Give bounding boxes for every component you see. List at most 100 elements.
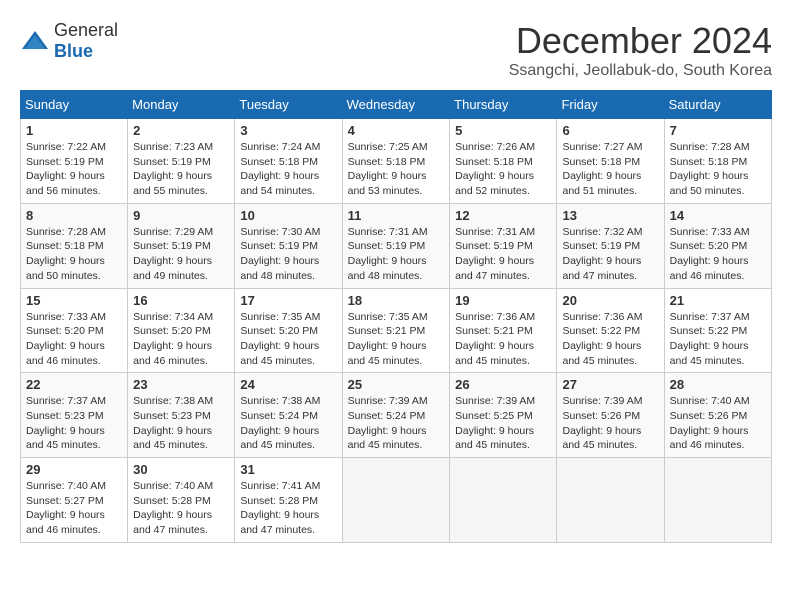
sunset-time: Sunset: 5:19 PM: [455, 240, 533, 252]
sunrise-time: Sunrise: 7:37 AM: [26, 395, 106, 407]
sunrise-time: Sunrise: 7:41 AM: [240, 480, 320, 492]
col-tuesday: Tuesday: [235, 91, 342, 119]
table-row: 7 Sunrise: 7:28 AM Sunset: 5:18 PM Dayli…: [664, 119, 771, 204]
sunrise-time: Sunrise: 7:28 AM: [670, 141, 750, 153]
table-row: 23 Sunrise: 7:38 AM Sunset: 5:23 PM Dayl…: [128, 373, 235, 458]
sunset-time: Sunset: 5:19 PM: [348, 240, 426, 252]
col-monday: Monday: [128, 91, 235, 119]
table-row: [450, 458, 557, 543]
sunset-time: Sunset: 5:18 PM: [670, 156, 748, 168]
calendar-table: Sunday Monday Tuesday Wednesday Thursday…: [20, 90, 772, 543]
day-info: Sunrise: 7:39 AM Sunset: 5:24 PM Dayligh…: [348, 394, 445, 453]
col-wednesday: Wednesday: [342, 91, 450, 119]
daylight-hours: Daylight: 9 hours and 46 minutes.: [670, 425, 749, 452]
table-row: 30 Sunrise: 7:40 AM Sunset: 5:28 PM Dayl…: [128, 458, 235, 543]
day-number: 28: [670, 377, 766, 392]
daylight-hours: Daylight: 9 hours and 53 minutes.: [348, 170, 427, 197]
day-number: 23: [133, 377, 229, 392]
sunset-time: Sunset: 5:18 PM: [26, 240, 104, 252]
table-row: 26 Sunrise: 7:39 AM Sunset: 5:25 PM Dayl…: [450, 373, 557, 458]
day-info: Sunrise: 7:35 AM Sunset: 5:21 PM Dayligh…: [348, 310, 445, 369]
table-row: 22 Sunrise: 7:37 AM Sunset: 5:23 PM Dayl…: [21, 373, 128, 458]
day-info: Sunrise: 7:40 AM Sunset: 5:26 PM Dayligh…: [670, 394, 766, 453]
calendar-week-row: 8 Sunrise: 7:28 AM Sunset: 5:18 PM Dayli…: [21, 203, 772, 288]
sunset-time: Sunset: 5:20 PM: [240, 325, 318, 337]
day-info: Sunrise: 7:40 AM Sunset: 5:27 PM Dayligh…: [26, 479, 122, 538]
daylight-hours: Daylight: 9 hours and 49 minutes.: [133, 255, 212, 282]
day-info: Sunrise: 7:38 AM Sunset: 5:24 PM Dayligh…: [240, 394, 336, 453]
daylight-hours: Daylight: 9 hours and 45 minutes.: [670, 340, 749, 367]
day-number: 1: [26, 123, 122, 138]
sunset-time: Sunset: 5:18 PM: [348, 156, 426, 168]
day-info: Sunrise: 7:30 AM Sunset: 5:19 PM Dayligh…: [240, 225, 336, 284]
daylight-hours: Daylight: 9 hours and 47 minutes.: [455, 255, 534, 282]
day-info: Sunrise: 7:23 AM Sunset: 5:19 PM Dayligh…: [133, 140, 229, 199]
sunset-time: Sunset: 5:19 PM: [26, 156, 104, 168]
day-number: 11: [348, 208, 445, 223]
day-info: Sunrise: 7:34 AM Sunset: 5:20 PM Dayligh…: [133, 310, 229, 369]
sunrise-time: Sunrise: 7:33 AM: [26, 311, 106, 323]
sunrise-time: Sunrise: 7:29 AM: [133, 226, 213, 238]
title-area: December 2024 Ssangchi, Jeollabuk-do, So…: [509, 20, 772, 80]
table-row: [557, 458, 664, 543]
sunset-time: Sunset: 5:19 PM: [133, 240, 211, 252]
sunrise-time: Sunrise: 7:39 AM: [455, 395, 535, 407]
header: General Blue December 2024 Ssangchi, Jeo…: [20, 20, 772, 80]
daylight-hours: Daylight: 9 hours and 45 minutes.: [26, 425, 105, 452]
table-row: 20 Sunrise: 7:36 AM Sunset: 5:22 PM Dayl…: [557, 288, 664, 373]
day-number: 25: [348, 377, 445, 392]
day-info: Sunrise: 7:32 AM Sunset: 5:19 PM Dayligh…: [562, 225, 658, 284]
calendar-week-row: 1 Sunrise: 7:22 AM Sunset: 5:19 PM Dayli…: [21, 119, 772, 204]
sunrise-time: Sunrise: 7:38 AM: [133, 395, 213, 407]
day-info: Sunrise: 7:31 AM Sunset: 5:19 PM Dayligh…: [455, 225, 551, 284]
daylight-hours: Daylight: 9 hours and 46 minutes.: [26, 509, 105, 536]
day-number: 20: [562, 293, 658, 308]
location-subtitle: Ssangchi, Jeollabuk-do, South Korea: [509, 62, 772, 80]
sunrise-time: Sunrise: 7:25 AM: [348, 141, 428, 153]
daylight-hours: Daylight: 9 hours and 45 minutes.: [562, 425, 641, 452]
logo-general: General: [54, 20, 118, 40]
sunset-time: Sunset: 5:19 PM: [240, 240, 318, 252]
day-info: Sunrise: 7:24 AM Sunset: 5:18 PM Dayligh…: [240, 140, 336, 199]
table-row: 5 Sunrise: 7:26 AM Sunset: 5:18 PM Dayli…: [450, 119, 557, 204]
table-row: 17 Sunrise: 7:35 AM Sunset: 5:20 PM Dayl…: [235, 288, 342, 373]
sunset-time: Sunset: 5:25 PM: [455, 410, 533, 422]
day-number: 8: [26, 208, 122, 223]
day-number: 19: [455, 293, 551, 308]
day-info: Sunrise: 7:28 AM Sunset: 5:18 PM Dayligh…: [26, 225, 122, 284]
sunset-time: Sunset: 5:22 PM: [670, 325, 748, 337]
sunrise-time: Sunrise: 7:40 AM: [26, 480, 106, 492]
day-info: Sunrise: 7:41 AM Sunset: 5:28 PM Dayligh…: [240, 479, 336, 538]
day-info: Sunrise: 7:39 AM Sunset: 5:25 PM Dayligh…: [455, 394, 551, 453]
sunset-time: Sunset: 5:28 PM: [133, 495, 211, 507]
sunrise-time: Sunrise: 7:24 AM: [240, 141, 320, 153]
daylight-hours: Daylight: 9 hours and 55 minutes.: [133, 170, 212, 197]
daylight-hours: Daylight: 9 hours and 45 minutes.: [348, 340, 427, 367]
sunrise-time: Sunrise: 7:35 AM: [240, 311, 320, 323]
sunrise-time: Sunrise: 7:26 AM: [455, 141, 535, 153]
sunset-time: Sunset: 5:18 PM: [455, 156, 533, 168]
day-info: Sunrise: 7:26 AM Sunset: 5:18 PM Dayligh…: [455, 140, 551, 199]
calendar-week-row: 15 Sunrise: 7:33 AM Sunset: 5:20 PM Dayl…: [21, 288, 772, 373]
table-row: 10 Sunrise: 7:30 AM Sunset: 5:19 PM Dayl…: [235, 203, 342, 288]
sunrise-time: Sunrise: 7:22 AM: [26, 141, 106, 153]
table-row: 29 Sunrise: 7:40 AM Sunset: 5:27 PM Dayl…: [21, 458, 128, 543]
day-info: Sunrise: 7:37 AM Sunset: 5:22 PM Dayligh…: [670, 310, 766, 369]
sunrise-time: Sunrise: 7:36 AM: [455, 311, 535, 323]
sunset-time: Sunset: 5:24 PM: [240, 410, 318, 422]
day-info: Sunrise: 7:31 AM Sunset: 5:19 PM Dayligh…: [348, 225, 445, 284]
day-info: Sunrise: 7:38 AM Sunset: 5:23 PM Dayligh…: [133, 394, 229, 453]
daylight-hours: Daylight: 9 hours and 56 minutes.: [26, 170, 105, 197]
day-info: Sunrise: 7:22 AM Sunset: 5:19 PM Dayligh…: [26, 140, 122, 199]
day-info: Sunrise: 7:29 AM Sunset: 5:19 PM Dayligh…: [133, 225, 229, 284]
calendar-week-row: 29 Sunrise: 7:40 AM Sunset: 5:27 PM Dayl…: [21, 458, 772, 543]
day-number: 12: [455, 208, 551, 223]
daylight-hours: Daylight: 9 hours and 47 minutes.: [133, 509, 212, 536]
table-row: 6 Sunrise: 7:27 AM Sunset: 5:18 PM Dayli…: [557, 119, 664, 204]
sunset-time: Sunset: 5:18 PM: [240, 156, 318, 168]
daylight-hours: Daylight: 9 hours and 48 minutes.: [348, 255, 427, 282]
day-number: 9: [133, 208, 229, 223]
sunset-time: Sunset: 5:24 PM: [348, 410, 426, 422]
daylight-hours: Daylight: 9 hours and 45 minutes.: [562, 340, 641, 367]
table-row: 28 Sunrise: 7:40 AM Sunset: 5:26 PM Dayl…: [664, 373, 771, 458]
